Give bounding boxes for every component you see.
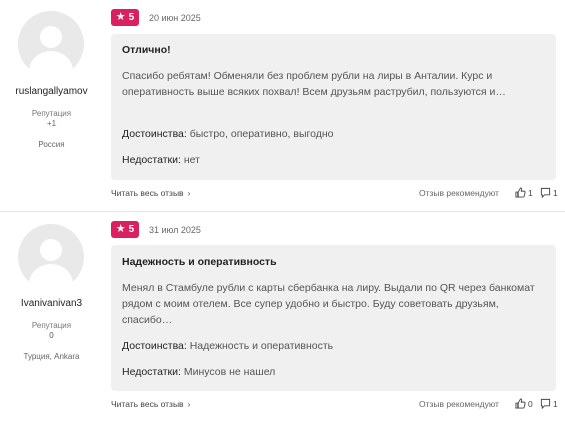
star-icon: ★ [115, 223, 126, 235]
likes-count: 0 [528, 398, 533, 409]
reputation-value: 0 [49, 331, 54, 340]
cons-value: Минусов не нашел [183, 366, 276, 378]
cons-label: Недостатки: [122, 366, 181, 378]
rating-badge: ★ 5 [111, 221, 139, 238]
author-username[interactable]: Ivanivanivan3 [0, 298, 103, 309]
review-title[interactable]: Надежность и оперативность [122, 256, 277, 268]
review-pros: Достоинства: Надежность и оперативность [122, 340, 333, 352]
comments-button[interactable]: 1 [540, 398, 558, 409]
comment-icon [540, 398, 551, 409]
chevron-right-icon: › [187, 400, 191, 409]
review-date: 31 июл 2025 [149, 225, 201, 235]
thumbs-up-icon [515, 398, 526, 409]
comments-count: 1 [553, 398, 558, 409]
review-item: Ivanivanivan3 Репутация 0 Турция, Ankara… [0, 0, 565, 409]
read-more-label: Читать весь отзыв [111, 399, 184, 409]
pros-label: Достоинства: [122, 340, 187, 352]
review-cons: Недостатки: Минусов не нашел [122, 366, 275, 378]
review-footer: Читать весь отзыв › Отзыв рекомендуют 0 1 [111, 398, 558, 413]
like-button[interactable]: 0 [515, 398, 533, 409]
recommend-label: Отзыв рекомендуют [419, 399, 499, 409]
review-text: Менял в Стамбуле рубли с карты сбербанка… [122, 282, 535, 326]
avatar-body [29, 264, 73, 290]
avatar[interactable] [18, 224, 84, 290]
pros-value: Надежность и оперативность [189, 340, 334, 352]
read-full-review-link[interactable]: Читать весь отзыв › [111, 399, 190, 409]
review-divider [0, 211, 565, 212]
rating-value: 5 [128, 224, 135, 235]
review-card: Надежность и оперативность Менял в Стамб… [111, 245, 556, 391]
reputation-label: Репутация [31, 321, 72, 330]
author-location: Турция, Ankara [23, 352, 80, 361]
avatar-head [40, 239, 62, 261]
